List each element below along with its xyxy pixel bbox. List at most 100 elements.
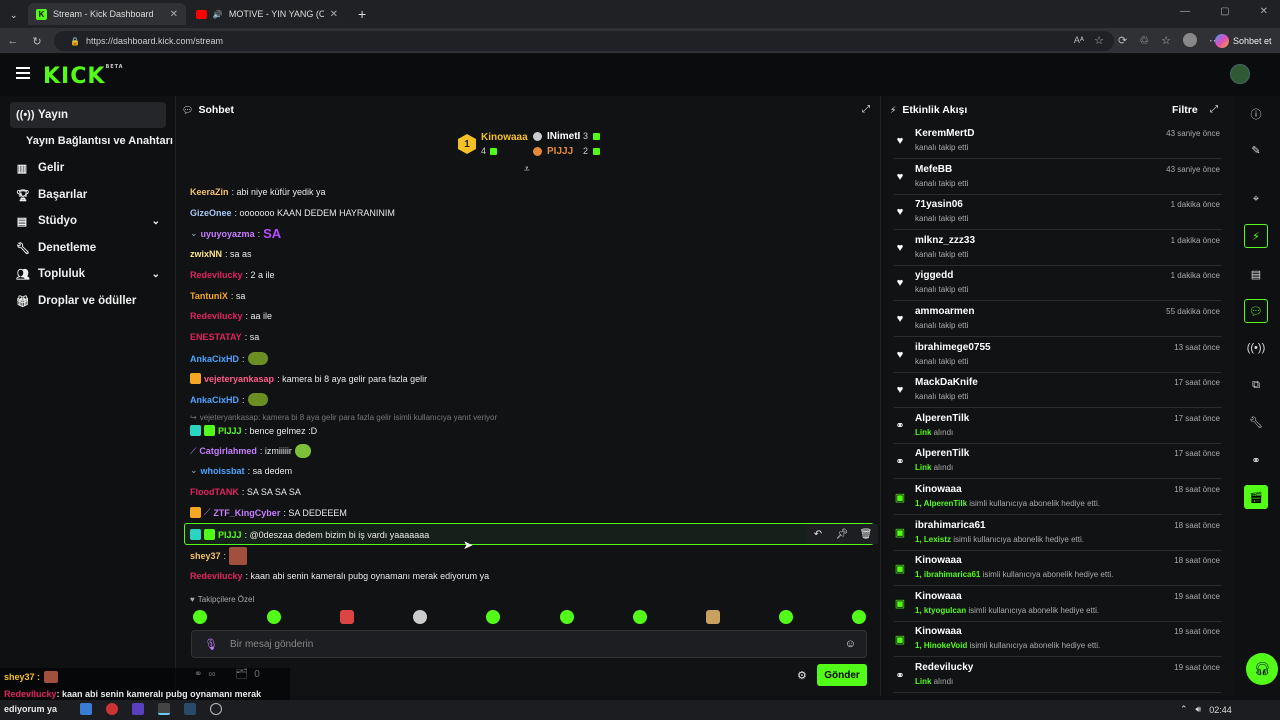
chat-username[interactable]: AnkaCixHD bbox=[190, 395, 239, 405]
user-avatar[interactable] bbox=[1230, 64, 1250, 84]
chat-username[interactable]: vejeteryankasap bbox=[204, 374, 274, 384]
popout-icon[interactable]: ⤢ bbox=[862, 104, 870, 115]
url-field[interactable]: 🔒 https://dashboard.kick.com/stream Aᴬ ☆ bbox=[54, 31, 1114, 51]
kick-logo[interactable]: KICKBETA bbox=[43, 64, 124, 89]
maximize-icon[interactable]: ▢ bbox=[1220, 6, 1229, 17]
emote-button[interactable] bbox=[486, 610, 500, 624]
emote-button[interactable] bbox=[560, 610, 574, 624]
activity-username[interactable]: Kinowaaa bbox=[915, 591, 962, 602]
performance-icon[interactable]: ♲ bbox=[1139, 34, 1149, 47]
activity-item[interactable]: ▣ ibrahimarica61 1, Lexistz isimli kullanı… bbox=[894, 517, 1222, 551]
activity-item[interactable]: ▣ Kinowaaa 1, HinokeVoid isimli kullanıcıy… bbox=[894, 623, 1222, 658]
broadcast-icon[interactable]: ((•)) bbox=[1244, 336, 1268, 360]
delete-icon[interactable]: 🗑︎ bbox=[854, 529, 878, 540]
activity-item[interactable]: ▣ Kinowaaa 1, AlperenTilk isimli kullanıcı… bbox=[894, 481, 1222, 515]
focus-icon[interactable]: ⌖ bbox=[1244, 187, 1268, 211]
collapse-leaderboard-icon[interactable]: ⩡ bbox=[524, 164, 530, 175]
wrench-icon[interactable]: 🔧︎ bbox=[1244, 410, 1268, 434]
taskbar-app-icon[interactable] bbox=[184, 703, 196, 715]
refresh-icon[interactable]: ↻ bbox=[28, 32, 46, 50]
info-icon[interactable]: ⓘ bbox=[1244, 102, 1268, 126]
chat-username[interactable]: Redevilucky bbox=[190, 311, 243, 321]
activity-item[interactable]: ♥ 71yasin06 kanalı takip etti 1 dakika önce bbox=[894, 196, 1222, 231]
help-headset-icon[interactable]: 🎧︎ bbox=[1246, 653, 1278, 685]
emote-button[interactable] bbox=[852, 610, 866, 624]
clapper-icon[interactable]: 🎬︎ bbox=[1244, 485, 1268, 509]
close-tab-icon[interactable]: ✕ bbox=[170, 9, 178, 20]
emote-button[interactable] bbox=[706, 610, 720, 624]
send-button[interactable]: Gönder bbox=[817, 664, 867, 686]
taskbar-app-icon[interactable] bbox=[106, 703, 118, 715]
activity-item[interactable]: ♥ yiggedd kanalı takip etti 1 dakika önce bbox=[894, 267, 1222, 302]
sidebar-item-topluluk[interactable]: 👥︎ Topluluk ⌄ bbox=[10, 261, 166, 287]
chat-username[interactable]: Redevilucky bbox=[190, 270, 243, 280]
chat-username[interactable]: TantuniX bbox=[190, 291, 228, 301]
chat-username[interactable]: Redevilucky bbox=[190, 571, 243, 581]
chat-username[interactable]: FloodTANK bbox=[190, 487, 239, 497]
hamburger-menu-icon[interactable] bbox=[16, 67, 30, 79]
activity-item[interactable]: ♥ mlknz_zzz33 kanalı takip etti 1 dakika ön… bbox=[894, 232, 1222, 266]
activity-username[interactable]: MefeBB bbox=[915, 164, 952, 175]
browser-tab-kick[interactable]: K Stream - Kick Dashboard ✕ bbox=[28, 3, 186, 25]
filter-button[interactable]: Filtre bbox=[1172, 104, 1198, 116]
activity-item[interactable]: ♥ ibrahimege0755 kanalı takip etti 13 saat … bbox=[894, 339, 1222, 373]
activity-username[interactable]: KeremMertD bbox=[915, 128, 974, 139]
volume-icon[interactable]: 🔊︎ bbox=[1196, 704, 1202, 715]
emoji-picker-icon[interactable]: ☺ bbox=[845, 638, 856, 650]
chat-username[interactable]: KeeraZin bbox=[190, 187, 229, 197]
activity-username[interactable]: Kinowaaa bbox=[915, 626, 962, 637]
chat-input[interactable]: 🎙︎ Bir mesaj gönderin ☺ bbox=[191, 630, 867, 658]
chat-username[interactable]: GizeOnee bbox=[190, 208, 232, 218]
favorites-icon[interactable]: ☆ bbox=[1161, 34, 1171, 47]
activity-item[interactable]: ♥ MefeBB kanalı takip etti 43 saniye önce bbox=[894, 161, 1222, 195]
tab-list-button[interactable]: ⌄ bbox=[2, 4, 26, 26]
activity-username[interactable]: AlperenTilk bbox=[915, 413, 969, 424]
chat-username[interactable]: shey37 bbox=[190, 551, 221, 561]
chat-username[interactable]: uyuyoyazma bbox=[201, 229, 255, 239]
activity-username[interactable]: AlperenTilk bbox=[915, 448, 969, 459]
activity-toggle-icon[interactable]: ⚡︎ bbox=[1244, 224, 1268, 248]
taskbar-app-icon[interactable] bbox=[158, 703, 170, 715]
activity-item[interactable]: ♥ ammoarmen kanalı takip etti 55 dakika önc… bbox=[894, 303, 1222, 337]
sidebar-item-gelir[interactable]: ▥ Gelir bbox=[10, 155, 166, 181]
minimize-icon[interactable]: — bbox=[1180, 6, 1190, 17]
chat-username[interactable]: ENESTATAY bbox=[190, 332, 242, 342]
chat-username[interactable]: Catgirlahmed bbox=[199, 446, 257, 456]
taskbar-app-icon[interactable] bbox=[132, 703, 144, 715]
sidebar-item-droplar[interactable]: 🎁︎ Droplar ve ödüller bbox=[10, 288, 166, 314]
activity-item[interactable]: ⚭ Redevilucky Link alındı 19 saat önce bbox=[894, 659, 1222, 693]
activity-item[interactable]: ♥ KeremMertD kanalı takip etti 43 saniye ön… bbox=[894, 125, 1222, 159]
activity-item[interactable]: ⚭ AlperenTilk Link alındı 17 saat önce bbox=[894, 445, 1222, 480]
activity-username[interactable]: Redevilucky bbox=[915, 662, 973, 673]
layout-icon[interactable]: ⧉ bbox=[1244, 373, 1268, 397]
emote-button[interactable] bbox=[633, 610, 647, 624]
pin-icon[interactable]: 📌︎ bbox=[830, 529, 854, 540]
sidebar-item-studyo[interactable]: ▤ Stüdyo ⌄ bbox=[10, 208, 166, 234]
taskbar-app-icon[interactable] bbox=[210, 703, 222, 715]
activity-username[interactable]: ibrahimege0755 bbox=[915, 342, 991, 353]
chat-toggle-icon[interactable]: 💬︎ bbox=[1244, 299, 1268, 323]
copilot-button[interactable]: Sohbet et bbox=[1215, 32, 1272, 50]
emote-button[interactable] bbox=[193, 610, 207, 624]
emote-button[interactable] bbox=[413, 610, 427, 624]
chat-settings-gear-icon[interactable]: ⚙ bbox=[797, 669, 807, 682]
sidebar-item-stream-key[interactable]: Yayın Bağlantısı ve Anahtarı bbox=[20, 128, 176, 154]
activity-username[interactable]: 71yasin06 bbox=[915, 199, 963, 210]
activity-item[interactable]: ♥ MackDaKnife kanalı takip etti 17 saat önc… bbox=[894, 374, 1222, 409]
activity-username[interactable]: ibrahimarica61 bbox=[915, 520, 986, 531]
taskbar-app-icon[interactable] bbox=[80, 703, 92, 715]
browser-tab-youtube[interactable]: 🔊 MOTIVE - YIN YANG (Official I ✕ bbox=[188, 3, 346, 25]
document-icon[interactable]: ▤ bbox=[1244, 262, 1268, 286]
profile-avatar[interactable] bbox=[1182, 33, 1197, 47]
activity-username[interactable]: Kinowaaa bbox=[915, 484, 962, 495]
chat-username[interactable]: PIJJJ bbox=[218, 426, 242, 436]
chat-username[interactable]: PIJJJ bbox=[218, 530, 242, 540]
chat-username[interactable]: zwixNN bbox=[190, 249, 222, 259]
sidebar-item-yayin[interactable]: ((•)) Yayın bbox=[10, 102, 166, 128]
activity-username[interactable]: ammoarmen bbox=[915, 306, 974, 317]
reply-icon[interactable]: ↶ bbox=[806, 529, 830, 540]
activity-item[interactable]: ⚭ AlperenTilk Link alındı 17 saat önce bbox=[894, 410, 1222, 444]
microphone-icon[interactable]: 🎙︎ bbox=[204, 638, 218, 651]
share-icon[interactable]: ⚭ bbox=[1244, 448, 1268, 472]
chat-username[interactable]: whoissbat bbox=[201, 466, 245, 476]
